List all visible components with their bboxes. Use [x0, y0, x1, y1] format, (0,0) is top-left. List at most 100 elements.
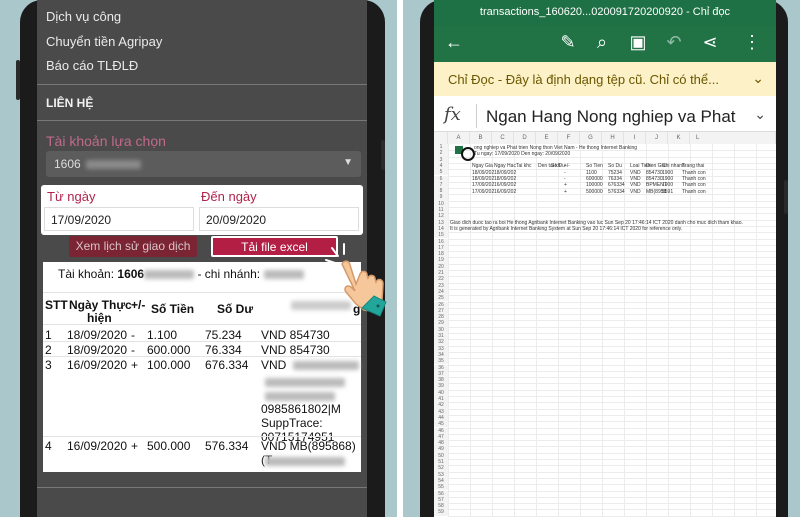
- sheet-cell[interactable]: So Du: [551, 163, 565, 169]
- column-header[interactable]: C: [492, 132, 514, 144]
- sheet-cell[interactable]: 1900: [662, 176, 673, 182]
- column-header[interactable]: G: [580, 132, 602, 144]
- sheet-cell[interactable]: 1100: [586, 170, 597, 176]
- sheet-cell[interactable]: -: [564, 176, 566, 182]
- sheet-cell[interactable]: VND: [630, 176, 641, 182]
- column-header[interactable]: A: [448, 132, 470, 144]
- sheet-cell[interactable]: Ngay Gia: [472, 163, 493, 169]
- column-header[interactable]: K: [668, 132, 690, 144]
- sheet-cell[interactable]: 75234: [608, 170, 622, 176]
- back-arrow-icon[interactable]: ←: [442, 32, 466, 53]
- pen-icon[interactable]: ✎: [556, 32, 580, 53]
- sheet-cell[interactable]: 16/09/202: [494, 189, 516, 195]
- column-header[interactable]: L: [690, 132, 776, 144]
- gridline: [602, 144, 603, 517]
- sheet-cell[interactable]: Thanh con: [682, 176, 706, 182]
- save-icon[interactable]: ▣: [626, 32, 650, 53]
- sheet-cell[interactable]: 18/09/202: [472, 170, 494, 176]
- more-options-icon[interactable]: ⋮: [740, 32, 764, 53]
- to-date-input[interactable]: 20/09/2020: [199, 207, 359, 231]
- gridline: [448, 408, 776, 410]
- account-select[interactable]: 1606 ▼: [46, 151, 361, 177]
- sheet-cell[interactable]: 17/09/202: [472, 189, 494, 195]
- table-divider: [43, 436, 361, 437]
- sheet-cell[interactable]: 854730: [646, 170, 663, 176]
- row-desc: 0985861802|M: [261, 402, 341, 416]
- sheet-cell[interactable]: 676334: [608, 182, 625, 188]
- sheet-cell[interactable]: 854730: [646, 176, 663, 182]
- column-header[interactable]: D: [514, 132, 536, 144]
- gridline: [448, 440, 776, 442]
- sheet-cell[interactable]: So Tien: [586, 163, 603, 169]
- search-icon[interactable]: ⌕: [590, 32, 614, 53]
- column-header[interactable]: F: [558, 132, 580, 144]
- sheet-cell[interactable]: -: [564, 170, 566, 176]
- from-date-input[interactable]: 17/09/2020: [44, 207, 194, 231]
- sheet-cell[interactable]: Thanh con: [682, 189, 706, 195]
- row-number[interactable]: 59: [434, 509, 448, 516]
- sheet-cell[interactable]: 17/09/202: [472, 182, 494, 188]
- sheet-cell[interactable]: Tai khc: [516, 163, 532, 169]
- gridline: [448, 326, 776, 328]
- formula-bar[interactable]: fx Ngan Hang Nong nghiep va Phat ⌄: [434, 100, 776, 132]
- sheet-cell[interactable]: VND: [630, 189, 641, 195]
- sheet-cell[interactable]: VND: [630, 170, 641, 176]
- sheet-cell[interactable]: VND: [630, 182, 641, 188]
- download-excel-button[interactable]: Tải file excel: [211, 236, 338, 257]
- column-header[interactable]: H: [602, 132, 624, 144]
- share-icon[interactable]: ⋖: [698, 32, 722, 53]
- sheet-cell[interactable]: ong nghiep va Phat trien Nong thon Viet …: [474, 145, 637, 151]
- redacted-desc: [265, 392, 335, 401]
- gridline: [712, 144, 713, 517]
- spreadsheet-grid[interactable]: A B C D E F G H I J K L 1 2 3 4 5 6 7 8 9 10 11 12 1…: [434, 132, 776, 517]
- sheet-cell[interactable]: 5591: [662, 189, 673, 195]
- column-header[interactable]: B: [470, 132, 492, 144]
- sheet-cell[interactable]: Giao dich duoc tao ra boi He thong Agrib…: [450, 220, 743, 226]
- sheet-cell[interactable]: +/-: [564, 163, 570, 169]
- contact-heading[interactable]: LIÊN HỆ: [46, 96, 93, 110]
- sheet-cell[interactable]: Thanh con: [682, 170, 706, 176]
- column-header[interactable]: E: [536, 132, 558, 144]
- phone-volume-button: [16, 60, 20, 100]
- corner-cell[interactable]: [434, 132, 448, 144]
- sheet-cell[interactable]: 18/09/202: [494, 176, 516, 182]
- row-balance: 76.334: [205, 343, 242, 357]
- sheet-cell[interactable]: Trang thai: [682, 163, 704, 169]
- gridline: [448, 427, 776, 429]
- gridline: [448, 490, 776, 492]
- sheet-cell[interactable]: 16/09/202: [494, 182, 516, 188]
- menu-item-tldld-report[interactable]: Báo cáo TLĐLĐ: [46, 58, 138, 73]
- gridline: [448, 307, 776, 309]
- sheet-cell[interactable]: 1900: [662, 182, 673, 188]
- sheet-cell[interactable]: Ngay Hac: [494, 163, 516, 169]
- sheet-cell[interactable]: 1900: [662, 170, 673, 176]
- gridline: [448, 484, 776, 486]
- gridline: [448, 257, 776, 259]
- sheet-cell[interactable]: 18/09/202: [494, 170, 516, 176]
- sheet-cell[interactable]: It is generated by Agribank Internet Ban…: [450, 226, 682, 232]
- menu-separator: [37, 120, 367, 121]
- menu-item-public-services[interactable]: Dịch vụ công: [46, 9, 121, 24]
- transaction-result-panel: Tài khoản: 1606 - chi nhánh: STT Ngày Th…: [43, 262, 361, 472]
- sheet-cell[interactable]: 500000: [586, 189, 603, 195]
- column-header[interactable]: J: [646, 132, 668, 144]
- sheet-cell[interactable]: So Du: [608, 163, 622, 169]
- undo-icon[interactable]: ↶: [662, 32, 686, 53]
- chevron-down-icon[interactable]: ⌄: [754, 106, 766, 123]
- sheet-cell[interactable]: 600000: [586, 176, 603, 182]
- sheet-cell[interactable]: 18/09/202: [472, 176, 494, 182]
- menu-item-agripay-transfer[interactable]: Chuyển tiền Agripay: [46, 34, 162, 49]
- sheet-cell[interactable]: 76334: [608, 176, 622, 182]
- sheet-cell[interactable]: +: [564, 189, 567, 195]
- redacted-account: [86, 160, 142, 170]
- sheet-cell[interactable]: 576334: [608, 189, 625, 195]
- sheet-cell[interactable]: Tu ngay: 17/09/2020 Den ngay: 20/09/2020: [474, 151, 570, 157]
- redacted-desc: [265, 378, 345, 387]
- chevron-down-icon[interactable]: ⌄: [752, 70, 764, 87]
- readonly-notice[interactable]: Chỉ Đọc - Đây là định dạng tệp cũ. Chỉ c…: [434, 62, 776, 96]
- view-history-button[interactable]: Xem lịch sử giao dịch: [69, 236, 197, 257]
- sheet-cell[interactable]: 100000: [586, 182, 603, 188]
- sheet-cell[interactable]: Thanh con: [682, 182, 706, 188]
- sheet-cell[interactable]: +: [564, 182, 567, 188]
- column-header[interactable]: I: [624, 132, 646, 144]
